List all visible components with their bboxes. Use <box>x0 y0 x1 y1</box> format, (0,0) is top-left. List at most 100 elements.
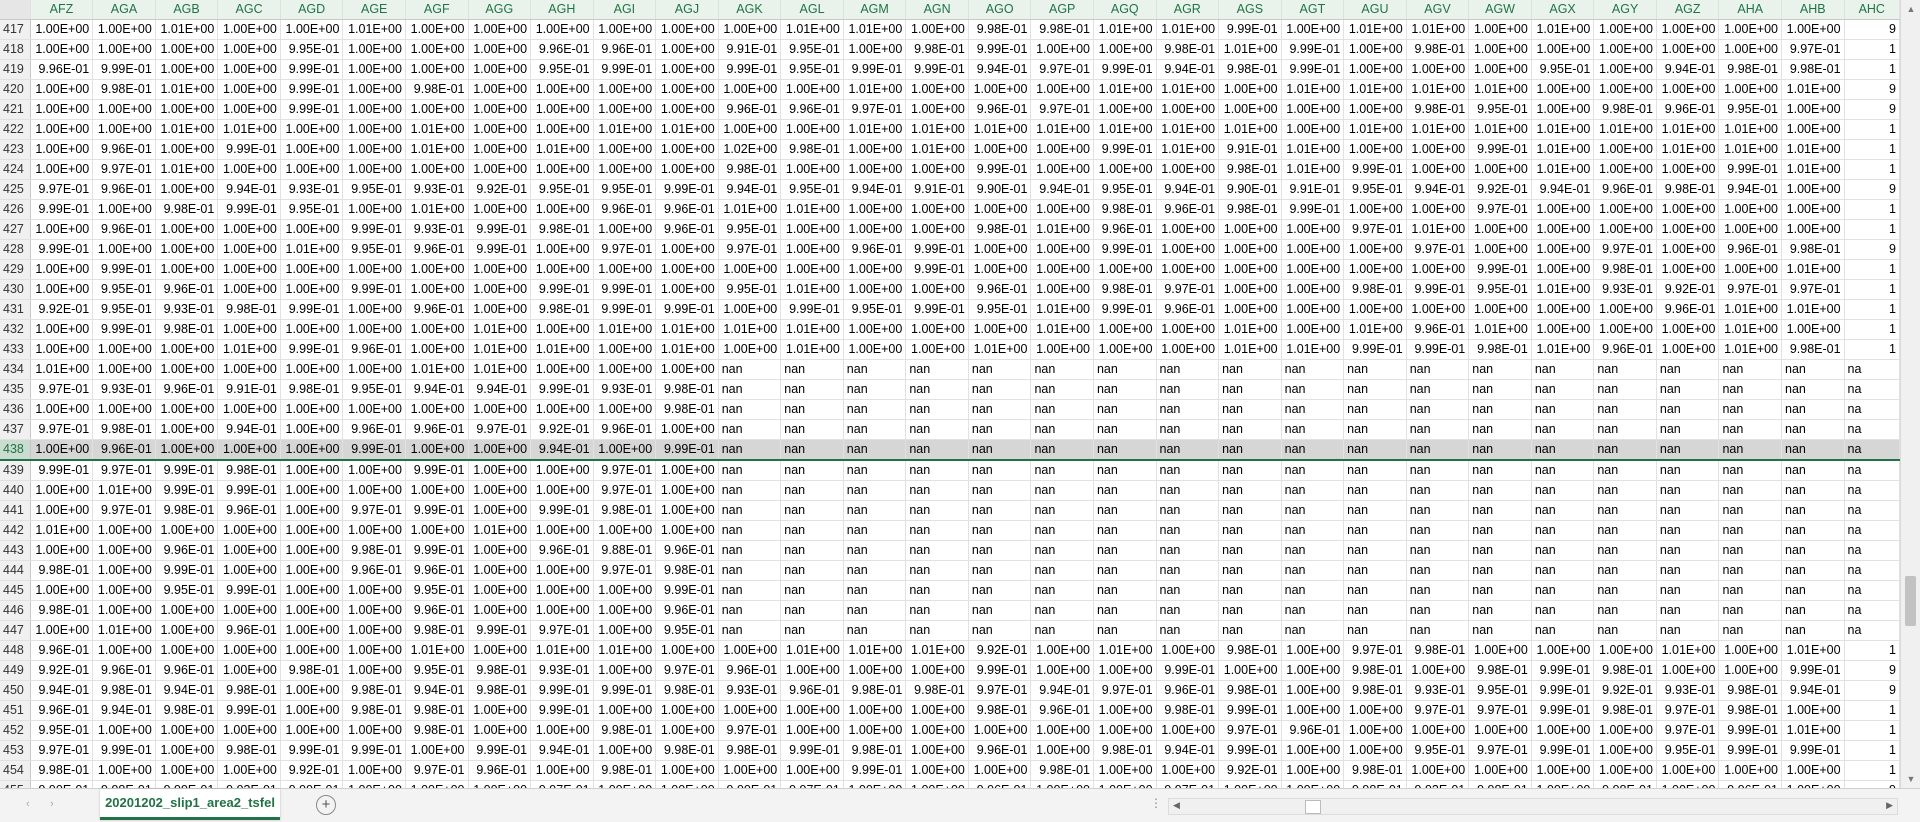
cell[interactable]: 9.93E-01 <box>718 680 782 701</box>
cell[interactable]: 9.98E-01 <box>405 620 469 641</box>
cell[interactable]: 9.94E-01 <box>1781 680 1845 701</box>
cell[interactable]: 1.01E+00 <box>655 339 719 360</box>
cell[interactable]: 1.00E+00 <box>655 780 719 788</box>
cell[interactable]: 1.00E+00 <box>655 19 719 40</box>
cell[interactable]: 9.97E-01 <box>30 419 94 440</box>
cell[interactable]: 9.99E-01 <box>593 279 657 300</box>
cell[interactable]: 1.00E+00 <box>155 99 219 120</box>
cell[interactable]: 1.00E+00 <box>1218 79 1282 100</box>
cell[interactable]: nan <box>1093 540 1157 561</box>
cell[interactable]: 1.00E+00 <box>92 39 156 60</box>
cell[interactable]: nan <box>1343 600 1407 621</box>
cell[interactable]: nan <box>843 359 907 380</box>
cell[interactable]: 9.92E-01 <box>1406 780 1470 788</box>
row-header[interactable]: 439 <box>0 460 31 481</box>
cell[interactable]: 9.98E-01 <box>1343 660 1407 681</box>
cell[interactable]: 9.98E-01 <box>30 600 94 621</box>
cell[interactable]: 1.00E+00 <box>1281 99 1345 120</box>
cell[interactable]: 1.00E+00 <box>1030 660 1094 681</box>
cell[interactable]: 1.00E+00 <box>1656 780 1720 788</box>
cell[interactable]: nan <box>1406 439 1470 461</box>
cell[interactable]: 9.94E-01 <box>530 439 594 461</box>
cell[interactable]: 1.00E+00 <box>1781 119 1845 140</box>
cell[interactable]: 9.99E-01 <box>217 580 281 601</box>
cell[interactable]: nan <box>1781 560 1845 581</box>
cell[interactable]: 9.98E-01 <box>92 79 156 100</box>
cell[interactable]: 1.00E+00 <box>342 359 406 380</box>
cell[interactable]: 9.99E-01 <box>468 239 532 260</box>
cell[interactable]: 1.01E+00 <box>1468 319 1532 340</box>
cell[interactable]: 9.94E-01 <box>843 179 907 200</box>
cell[interactable]: 9.98E-01 <box>1593 780 1657 788</box>
cell[interactable]: 1.01E+00 <box>1343 319 1407 340</box>
cell[interactable]: 9.99E-01 <box>593 680 657 701</box>
cell[interactable]: 1.01E+00 <box>593 119 657 140</box>
row-header[interactable]: 423 <box>0 139 31 160</box>
cell[interactable]: nan <box>905 399 969 420</box>
cell[interactable]: 9 <box>1844 179 1900 200</box>
cell[interactable]: 1.00E+00 <box>1656 219 1720 240</box>
cell[interactable]: 9.96E-01 <box>30 640 94 661</box>
column-header-agb[interactable]: AGB <box>155 0 219 20</box>
row-header[interactable]: 448 <box>0 640 31 661</box>
cell[interactable]: nan <box>843 500 907 521</box>
column-header-agq[interactable]: AGQ <box>1093 0 1157 20</box>
row-header[interactable]: 446 <box>0 600 31 621</box>
cell[interactable]: nan <box>718 480 782 501</box>
cell[interactable]: 1.00E+00 <box>1781 19 1845 40</box>
cell[interactable]: nan <box>718 540 782 561</box>
cell[interactable]: 1.01E+00 <box>1406 119 1470 140</box>
row-header[interactable]: 438 <box>0 439 31 461</box>
cell[interactable]: 9.94E-01 <box>155 680 219 701</box>
cell[interactable]: 1.01E+00 <box>1030 319 1094 340</box>
cell[interactable]: nan <box>718 460 782 481</box>
cell[interactable]: 9.95E-01 <box>92 279 156 300</box>
cell[interactable]: na <box>1844 460 1900 481</box>
cell[interactable]: 9.96E-01 <box>968 99 1032 120</box>
cell[interactable]: 9.99E-01 <box>30 460 94 481</box>
cell[interactable]: nan <box>1093 460 1157 481</box>
cell[interactable]: 9.98E-01 <box>217 299 281 320</box>
cell[interactable]: 9 <box>1844 99 1900 120</box>
row-header[interactable]: 440 <box>0 480 31 501</box>
cell[interactable]: 1.00E+00 <box>342 600 406 621</box>
cell[interactable]: 9.98E-01 <box>1093 199 1157 220</box>
cell[interactable]: nan <box>718 520 782 541</box>
cell[interactable]: 1.00E+00 <box>1406 199 1470 220</box>
cell[interactable]: nan <box>1343 439 1407 461</box>
cell[interactable]: 9 <box>1844 680 1900 701</box>
cell[interactable]: nan <box>1656 620 1720 641</box>
cell[interactable]: 9.97E-01 <box>1030 59 1094 80</box>
cell[interactable]: nan <box>1156 419 1220 440</box>
cell[interactable]: 9.96E-01 <box>92 179 156 200</box>
cell[interactable]: 9.98E-01 <box>92 780 156 788</box>
cell[interactable]: 1.01E+00 <box>92 480 156 501</box>
cell[interactable]: na <box>1844 600 1900 621</box>
cell[interactable]: nan <box>905 460 969 481</box>
cell[interactable]: 9.98E-01 <box>1593 259 1657 280</box>
cell[interactable]: 1.01E+00 <box>92 620 156 641</box>
cell[interactable]: 9.93E-01 <box>530 660 594 681</box>
cell[interactable]: 1.00E+00 <box>1593 740 1657 761</box>
cell[interactable]: nan <box>1656 379 1720 400</box>
row-header[interactable]: 442 <box>0 520 31 541</box>
cell[interactable]: nan <box>1406 520 1470 541</box>
cell[interactable]: 9 <box>1844 660 1900 681</box>
cell[interactable]: 1.00E+00 <box>280 620 344 641</box>
cell[interactable]: 1.01E+00 <box>1093 19 1157 40</box>
cell[interactable]: 1.01E+00 <box>30 359 94 380</box>
cell[interactable]: nan <box>718 620 782 641</box>
cell[interactable]: 1.00E+00 <box>1281 19 1345 40</box>
column-header-agl[interactable]: AGL <box>780 0 844 20</box>
cell[interactable]: 1.00E+00 <box>1656 159 1720 180</box>
cell[interactable]: 1.01E+00 <box>530 139 594 160</box>
cell[interactable]: 9.99E-01 <box>280 780 344 788</box>
cell[interactable]: 1.00E+00 <box>155 359 219 380</box>
cell[interactable]: 9.99E-01 <box>843 59 907 80</box>
cell[interactable]: 9.98E-01 <box>1218 159 1282 180</box>
cell[interactable]: 1.00E+00 <box>1281 239 1345 260</box>
column-header-ags[interactable]: AGS <box>1218 0 1282 20</box>
cell[interactable]: 9.98E-01 <box>1718 700 1782 721</box>
cell[interactable]: nan <box>718 419 782 440</box>
cell[interactable]: 1.00E+00 <box>1531 760 1595 781</box>
